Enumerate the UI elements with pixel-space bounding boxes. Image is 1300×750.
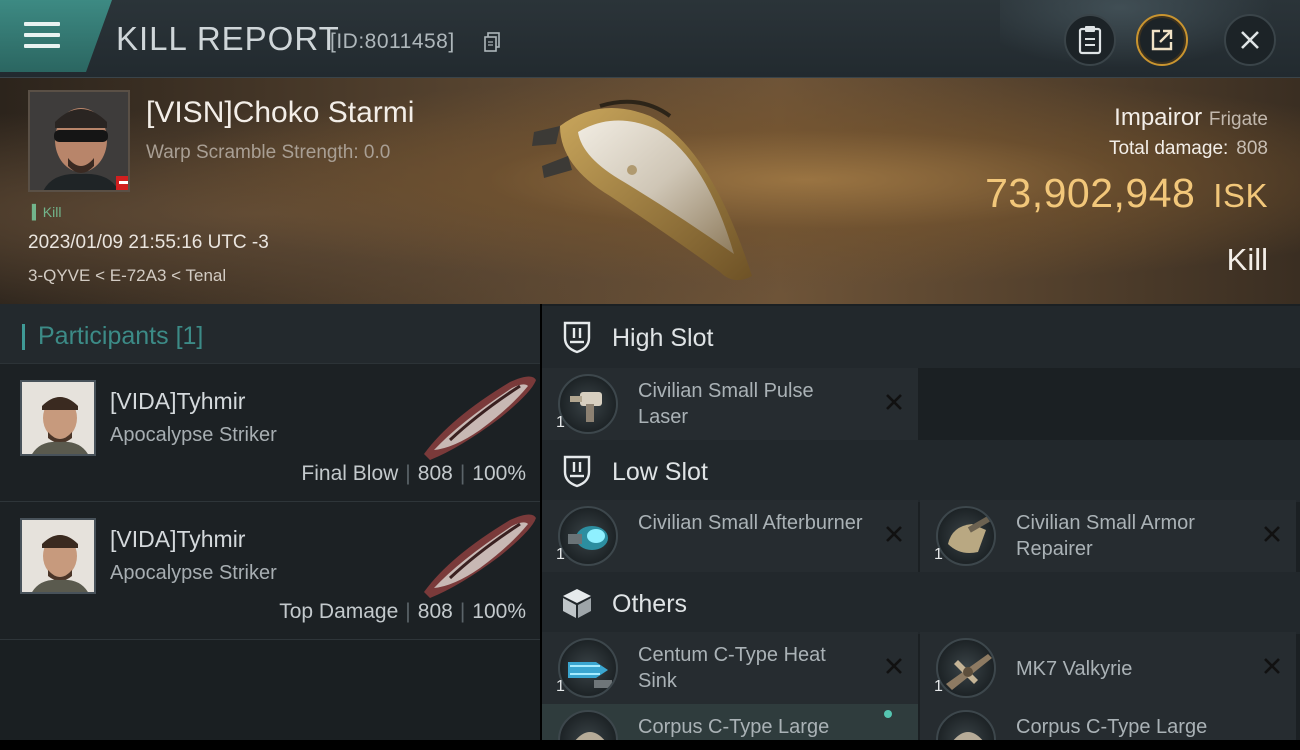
module-thumbnail xyxy=(936,638,996,698)
victim-ship[interactable]: Impairor Frigate xyxy=(1114,104,1268,132)
victim-avatar[interactable] xyxy=(28,90,130,192)
kill-tag: ▍Kill xyxy=(32,204,62,220)
module-name: Civilian Small Pulse Laser xyxy=(638,380,814,428)
module-name: Corpus C-Type Large xyxy=(1016,716,1208,738)
participant-stats: Top Damage | 808 | 100% xyxy=(279,600,526,623)
participant-row[interactable]: [VIDA]Tyhmir Apocalypse Striker Final Bl… xyxy=(0,364,540,502)
close-icon xyxy=(1241,31,1259,49)
victim-name[interactable]: [VISN]Choko Starmi xyxy=(146,96,414,130)
share-icon xyxy=(1151,29,1173,51)
destroyed-icon xyxy=(1264,658,1280,674)
destroyed-icon xyxy=(886,658,902,674)
victim-ship-image xyxy=(532,99,752,281)
module-name: Corpus C-Type Large xyxy=(638,716,830,738)
high-slot-icon xyxy=(563,321,591,354)
destroyed-icon xyxy=(1264,526,1280,542)
destroyed-icon xyxy=(886,526,902,542)
module-thumbnail xyxy=(558,374,618,434)
module-item[interactable]: 1 Civilian Small Armor Repairer xyxy=(920,500,1296,572)
participant-ship: Apocalypse Striker xyxy=(110,562,277,584)
cargo-box-icon xyxy=(563,589,591,618)
participant-ship-image xyxy=(424,514,536,598)
participant-stats: Final Blow | 808 | 100% xyxy=(301,462,526,485)
page-title: KILL REPORT xyxy=(116,20,340,57)
clipboard-icon xyxy=(1078,26,1102,55)
fitting-panel: High Slot 1 Civilian Small Pulse Laser L… xyxy=(542,304,1300,750)
close-button[interactable] xyxy=(1224,14,1276,66)
others-header: Others xyxy=(542,572,1300,634)
module-item[interactable]: 1 Civilian Small Afterburner xyxy=(542,500,918,572)
menu-button[interactable] xyxy=(0,0,112,72)
copy-icon[interactable] xyxy=(484,32,500,52)
result-label: Kill xyxy=(1226,242,1268,277)
report-id: [ID:8011458] xyxy=(330,30,455,53)
new-indicator-dot xyxy=(884,710,892,718)
participants-panel: Participants [1] [VIDA]Tyhmir Apocalypse… xyxy=(0,304,540,740)
low-slot-icon xyxy=(563,455,591,488)
module-name: MK7 Valkyrie xyxy=(1016,658,1133,680)
low-slot-label: Low Slot xyxy=(612,458,708,486)
high-slot-label: High Slot xyxy=(612,324,714,352)
participant-avatar xyxy=(20,518,96,594)
bottom-edge xyxy=(0,740,1300,750)
participants-header: Participants [1] xyxy=(0,304,540,364)
module-thumbnail xyxy=(558,506,618,566)
module-item[interactable]: 1 Centum C-Type Heat Sink xyxy=(542,632,918,704)
module-quantity: 1 xyxy=(556,546,565,563)
module-thumbnail xyxy=(558,638,618,698)
menu-icon xyxy=(24,22,60,50)
clipboard-button[interactable] xyxy=(1064,14,1116,66)
participant-row[interactable]: [VIDA]Tyhmir Apocalypse Striker Top Dama… xyxy=(0,502,540,640)
module-quantity: 1 xyxy=(556,414,565,431)
isk-value: 73,902,948 ISK xyxy=(985,170,1268,216)
participant-name: [VIDA]Tyhmir xyxy=(110,388,246,414)
share-button[interactable] xyxy=(1136,14,1188,66)
total-damage: Total damage: 808 xyxy=(1108,138,1268,159)
module-item[interactable]: 1 MK7 Valkyrie xyxy=(920,632,1296,704)
participant-ship: Apocalypse Striker xyxy=(110,424,277,446)
top-bar: KILL REPORT [ID:8011458] xyxy=(0,0,1300,78)
participant-name: [VIDA]Tyhmir xyxy=(110,526,246,552)
module-quantity: 1 xyxy=(556,678,565,695)
destroyed-icon xyxy=(886,394,902,410)
low-slot-header: Low Slot xyxy=(542,440,1300,502)
module-quantity: 1 xyxy=(934,678,943,695)
module-item[interactable]: 1 Civilian Small Pulse Laser xyxy=(542,368,918,440)
module-name: Centum C-Type Heat Sink xyxy=(638,644,826,692)
module-quantity: 1 xyxy=(934,546,943,563)
participant-avatar xyxy=(20,380,96,456)
warp-scramble-strength: Warp Scramble Strength: 0.0 xyxy=(146,142,391,163)
module-thumbnail xyxy=(936,506,996,566)
module-name: Civilian Small Armor Repairer xyxy=(1016,512,1195,560)
participant-ship-image xyxy=(424,376,536,460)
kill-summary-banner: [VISN]Choko Starmi Warp Scramble Strengt… xyxy=(0,78,1300,304)
module-name: Civilian Small Afterburner xyxy=(638,512,863,534)
others-label: Others xyxy=(612,590,688,618)
kill-datetime: 2023/01/09 21:55:16 UTC -3 xyxy=(28,232,269,253)
high-slot-header: High Slot xyxy=(542,306,1300,368)
kill-location: 3-QYVE < E-72A3 < Tenal xyxy=(28,266,227,285)
